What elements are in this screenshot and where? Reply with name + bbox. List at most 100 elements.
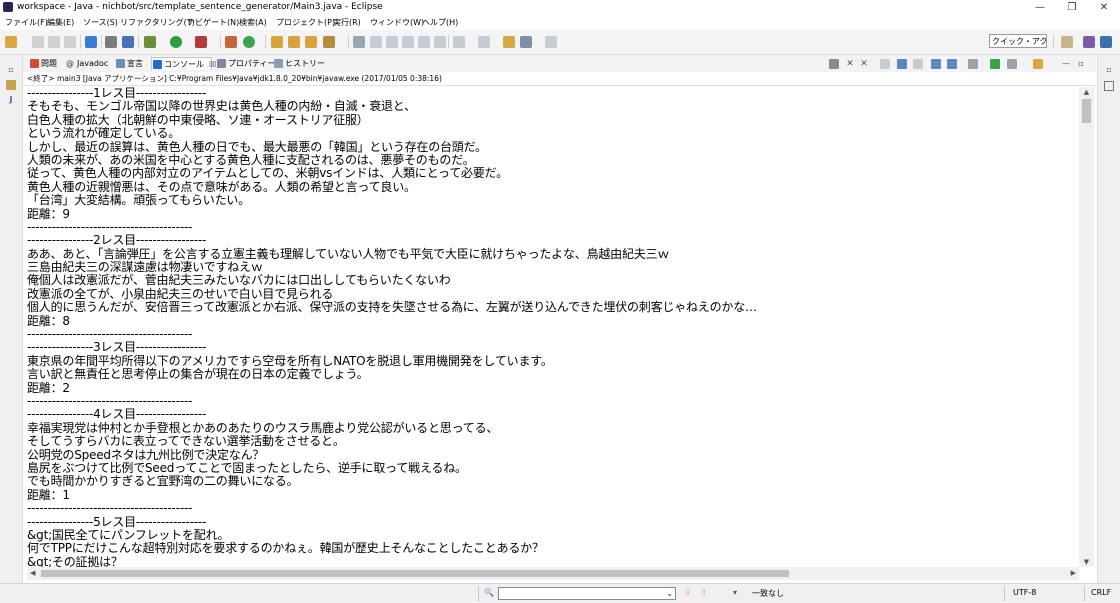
- java-perspective-icon[interactable]: [1100, 36, 1112, 48]
- vertical-scrollbar[interactable]: ▲ ▼: [1079, 87, 1094, 567]
- console-line: 距離：8: [27, 313, 70, 328]
- skip-breakpoints-icon[interactable]: [105, 36, 117, 48]
- horizontal-scrollbar[interactable]: ◀ ▶: [27, 567, 1079, 580]
- restore-icon[interactable]: ▫: [6, 65, 16, 75]
- terminate-icon[interactable]: [829, 59, 839, 69]
- console-line: 距離：9: [27, 206, 70, 221]
- line-delimiter-label: CRLF: [1091, 588, 1112, 597]
- title-bar: workspace - Java - nichbot/src/template_…: [0, 0, 1120, 15]
- right-trim-bar: ▫: [1097, 55, 1120, 583]
- display-selected-console-icon[interactable]: [1007, 59, 1017, 69]
- menu-edit[interactable]: 編集(E): [47, 17, 74, 28]
- maximize-button[interactable]: ❐: [1056, 0, 1088, 15]
- debug-icon[interactable]: [144, 36, 156, 48]
- save-all-icon[interactable]: [48, 36, 60, 48]
- console-line: ----------------------------------------: [27, 393, 193, 408]
- annotation-icon[interactable]: [353, 36, 365, 48]
- outline-icon[interactable]: [1104, 81, 1114, 91]
- quick-access-input[interactable]: クイック・アクセス: [989, 34, 1047, 48]
- show-whitespace-icon[interactable]: [418, 36, 430, 48]
- next-annotation-icon[interactable]: [453, 36, 465, 48]
- pin-icon[interactable]: [370, 36, 382, 48]
- open-console-icon[interactable]: [990, 59, 1000, 69]
- block-selection-icon[interactable]: [402, 36, 414, 48]
- minimize-button[interactable]: —: [1024, 0, 1056, 15]
- menu-file[interactable]: ファイル(F): [5, 17, 48, 28]
- remove-all-terminated-icon[interactable]: ✕: [859, 59, 869, 69]
- scroll-up-icon[interactable]: ▲: [1079, 88, 1094, 96]
- java-ee-perspective-icon[interactable]: [1083, 36, 1095, 48]
- open-folder-icon[interactable]: [305, 36, 317, 48]
- tab-history[interactable]: ヒストリー: [273, 57, 325, 70]
- forward-arrow-icon[interactable]: [545, 36, 557, 48]
- find-dropdown-icon[interactable]: ⌄: [666, 588, 673, 599]
- junit-icon[interactable]: J: [6, 95, 16, 105]
- menu-search[interactable]: 検索(A): [239, 17, 267, 28]
- scroll-right-icon[interactable]: ▶: [1071, 567, 1076, 580]
- horizontal-scroll-thumb[interactable]: [41, 570, 789, 577]
- menu-run[interactable]: 実行(R): [333, 17, 361, 28]
- console-line: ----------------------------------------: [27, 219, 193, 234]
- save-icon[interactable]: [32, 36, 44, 48]
- clear-console-icon[interactable]: [880, 59, 890, 69]
- remove-launch-icon[interactable]: ✕: [845, 59, 855, 69]
- new-icon[interactable]: [5, 36, 17, 48]
- properties-icon: [217, 59, 226, 68]
- console-line: ----------------------------------------: [27, 501, 193, 516]
- tab-console[interactable]: コンソール ☒: [151, 57, 216, 70]
- terminal-icon[interactable]: [85, 36, 97, 48]
- last-edit-icon[interactable]: [503, 36, 515, 48]
- console-output[interactable]: ----------------1レス目----------------- そもそ…: [27, 87, 1079, 567]
- find-next-icon[interactable]: ⇩: [684, 588, 691, 597]
- tab-javadoc[interactable]: @ Javadoc: [65, 57, 108, 70]
- history-icon: [274, 59, 283, 68]
- menu-navigate[interactable]: ナビゲート(N): [187, 17, 239, 28]
- package-explorer-icon[interactable]: [6, 80, 16, 90]
- menu-project[interactable]: プロジェクト(P): [276, 17, 335, 28]
- vertical-scroll-thumb[interactable]: [1082, 99, 1091, 123]
- show-on-stderr-icon[interactable]: [947, 59, 957, 69]
- new-console-icon[interactable]: [1033, 59, 1043, 69]
- print-icon[interactable]: [64, 36, 76, 48]
- link-icon[interactable]: [122, 36, 134, 48]
- find-previous-icon[interactable]: ⇧: [700, 588, 707, 597]
- tab-problems[interactable]: 問題: [29, 57, 57, 70]
- word-wrap-toggle-icon[interactable]: [913, 59, 923, 69]
- find-options-icon[interactable]: ▾: [733, 588, 737, 597]
- restore-icon[interactable]: ▫: [1104, 65, 1114, 75]
- previous-annotation-icon[interactable]: [478, 36, 490, 48]
- close-window-button[interactable]: ✕: [1088, 0, 1120, 15]
- run-icon[interactable]: [170, 36, 182, 48]
- new-java-class-icon[interactable]: [243, 36, 255, 48]
- tab-declaration[interactable]: 宣言: [115, 57, 143, 70]
- minimize-view-icon[interactable]: —: [1061, 59, 1071, 69]
- encoding-label: UTF-8: [1013, 588, 1037, 597]
- console-line: 白色人種の拡大（北朝鮮の中東侵略、ソ連・オーストリア征服）: [27, 112, 369, 127]
- scroll-down-icon[interactable]: ▼: [1079, 558, 1094, 566]
- menu-help[interactable]: ヘルプ(H): [422, 17, 458, 28]
- console-line: 公明党のSpeedネタは九州比例で決定なん？: [27, 447, 265, 462]
- open-task-icon[interactable]: [288, 36, 300, 48]
- menu-source[interactable]: ソース(S): [83, 17, 118, 28]
- tab-properties[interactable]: プロパティー: [216, 57, 276, 70]
- external-tools-icon[interactable]: [195, 36, 207, 48]
- pin-console-icon[interactable]: [968, 59, 978, 69]
- word-wrap-icon[interactable]: [434, 36, 446, 48]
- eclipse-logo-icon: [3, 2, 13, 12]
- new-java-package-icon[interactable]: [225, 36, 237, 48]
- open-perspective-icon[interactable]: [1061, 36, 1073, 48]
- maximize-view-icon[interactable]: ▫: [1076, 59, 1086, 69]
- back-arrow-icon[interactable]: [520, 36, 532, 48]
- console-line: 何でTPPにだけこんな超特別対応を要求するのかねぇ。韓国が歴史上そんなことしたこ…: [27, 541, 544, 556]
- toggle-mark-icon[interactable]: [386, 36, 398, 48]
- open-type-icon[interactable]: [271, 36, 283, 48]
- search-icon[interactable]: [323, 36, 335, 48]
- find-input[interactable]: ⌄: [498, 587, 676, 600]
- menu-refactor[interactable]: リファクタリング(T): [120, 17, 195, 28]
- console-icon: [153, 60, 162, 69]
- scroll-left-icon[interactable]: ◀: [30, 567, 35, 580]
- console-line: 距離：2: [27, 380, 70, 395]
- scroll-lock-icon[interactable]: [897, 59, 907, 69]
- menu-window[interactable]: ウィンドウ(W): [370, 17, 424, 28]
- show-on-stdout-icon[interactable]: [931, 59, 941, 69]
